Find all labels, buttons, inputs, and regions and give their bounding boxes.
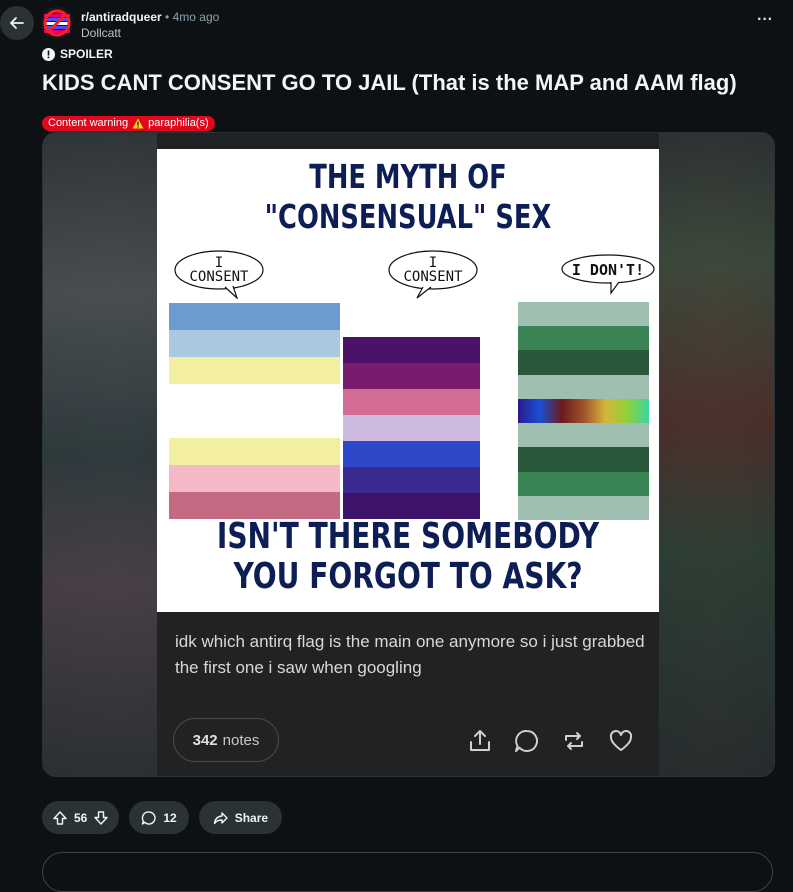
subreddit-logo-icon [41, 7, 73, 39]
flag-stripe [518, 471, 649, 496]
subreddit-avatar[interactable] [41, 7, 73, 39]
bubble-2-line2: CONSENT [403, 269, 463, 285]
flag-stripe [518, 447, 649, 472]
flag-stripe [169, 465, 340, 492]
comment-icon [142, 810, 157, 825]
notes-button[interactable]: 342 notes [173, 718, 279, 762]
post-media[interactable]: THE MYTH OF "CONSENSUAL" SEX I CONSENT I… [42, 132, 775, 777]
upvote-icon[interactable] [52, 810, 68, 826]
flag-stripe [343, 363, 480, 389]
bubble-1-line2: CONSENT [189, 269, 249, 285]
comments-button[interactable]: 12 [129, 801, 189, 834]
flag-stripe [518, 398, 649, 424]
subreddit-link[interactable]: r/antiradqueer [81, 10, 162, 24]
content-warning-tag: paraphilia(s) [148, 117, 209, 129]
reblog-icon[interactable] [561, 728, 587, 754]
flag-stripe [169, 411, 340, 438]
post-caption: idk which antirq flag is the main one an… [175, 632, 645, 677]
meme-bottom-text: ISN'T THERE SOMEBODY YOU FORGOT TO ASK? [216, 516, 600, 597]
flag-stripe [169, 330, 340, 357]
arrow-left-icon [10, 17, 24, 29]
vote-pill: 56 [42, 801, 120, 834]
ellipsis-icon: ··· [757, 11, 773, 28]
bubble-3-line2: I DON'T! [571, 261, 645, 279]
flag-stripe [169, 492, 340, 519]
share-icon[interactable] [467, 728, 493, 754]
share-arrow-icon [213, 811, 228, 824]
flag-stripe [518, 350, 649, 375]
flag-1 [169, 303, 340, 519]
flag-stripe [518, 423, 649, 448]
post-meta: r/antiradqueer • 4mo ago Dollcatt [81, 9, 219, 41]
content-warning-label: Content warning [48, 117, 129, 129]
flag-stripe [518, 374, 649, 399]
flag-stripe [343, 467, 480, 493]
share-label: Share [234, 810, 269, 825]
speech-bubble-1: I CONSENT [173, 249, 265, 301]
meme-image: THE MYTH OF "CONSENSUAL" SEX I CONSENT I… [157, 149, 659, 612]
comment-count: 12 [163, 810, 177, 825]
flag-stripe [343, 415, 480, 441]
flag-2 [343, 337, 480, 519]
bubble-2-line1: I [428, 255, 438, 271]
flag-stripe [169, 357, 340, 384]
spoiler-label: SPOILER [60, 47, 113, 61]
media-blur-right [659, 133, 774, 776]
back-button[interactable] [0, 6, 34, 40]
flag-3 [518, 302, 649, 520]
share-button[interactable]: Share [198, 801, 283, 834]
post-title[interactable]: KIDS CANT CONSENT GO TO JAIL (That is th… [42, 68, 782, 98]
comment-input[interactable] [42, 852, 773, 892]
reply-icon[interactable] [514, 728, 540, 754]
flag-stripe [343, 337, 480, 363]
speech-bubble-3: I DON'T! [559, 253, 657, 295]
speech-bubble-2: I CONSENT [387, 249, 479, 299]
flag-stripe [343, 441, 480, 467]
flag-stripe [518, 302, 649, 327]
notes-label: notes [222, 731, 260, 749]
media-blur-left [43, 133, 158, 776]
like-icon[interactable] [608, 728, 634, 754]
post-action-bar: 56 12 Share [42, 801, 283, 834]
more-options-button[interactable]: ··· [752, 10, 778, 36]
spoiler-tag: SPOILER [42, 47, 113, 61]
warning-icon [132, 118, 144, 129]
flag-stripe [169, 384, 340, 411]
meme-top-text: THE MYTH OF "CONSENSUAL" SEX [264, 157, 552, 236]
content-warning-badge[interactable]: Content warning paraphilia(s) [42, 116, 215, 131]
notes-count: 342 [192, 731, 218, 749]
flag-stripe [518, 326, 649, 351]
flag-stripe [169, 303, 340, 330]
tumblr-post-card: THE MYTH OF "CONSENSUAL" SEX I CONSENT I… [157, 133, 659, 776]
flag-stripe [343, 389, 480, 415]
meta-separator: • [165, 10, 170, 24]
spoiler-icon [42, 47, 55, 61]
vote-count: 56 [74, 810, 88, 825]
downvote-icon[interactable] [93, 810, 109, 826]
flag-stripe [169, 438, 340, 465]
post-time: 4mo ago [172, 10, 220, 24]
bubble-1-line1: I [214, 255, 224, 271]
author-link[interactable]: Dollcatt [81, 25, 219, 41]
